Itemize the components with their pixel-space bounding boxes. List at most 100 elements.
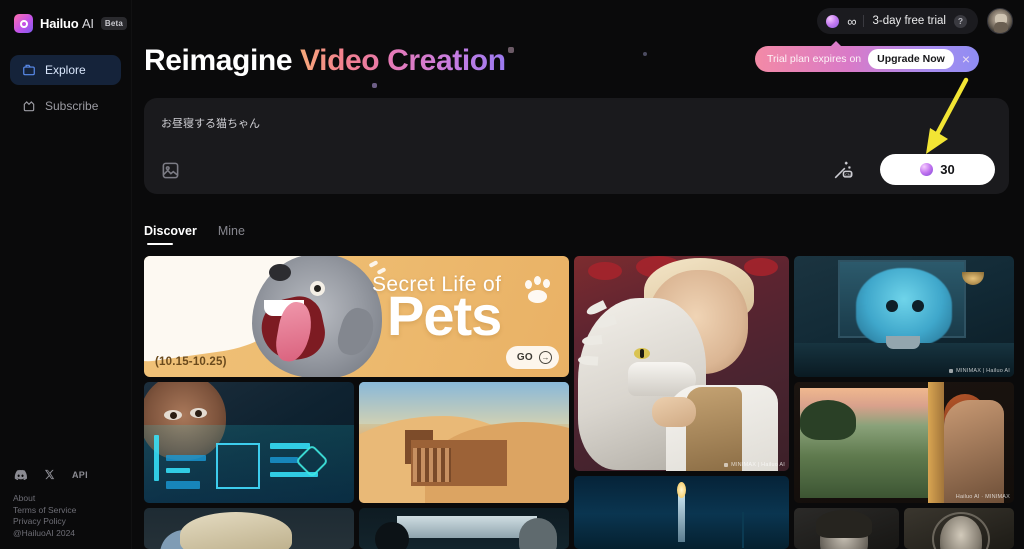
cooking-pot	[886, 336, 920, 349]
prompt-input-box[interactable]: お昼寝する猫ちゃん CN 30	[144, 98, 1009, 194]
promo-banner-secret-life-of-pets[interactable]: Secret Life of Pets (10.15-10.25) GO →	[144, 256, 569, 377]
watermark: Hailuo AI · MINIMAX	[955, 494, 1010, 500]
title-word-1: Reimagine	[144, 44, 293, 77]
eye	[164, 410, 182, 420]
card-desert-temple[interactable]	[359, 382, 569, 503]
boy-vest	[686, 387, 742, 471]
main-content: ∞ 3-day free trial ? Trial plan expires …	[132, 0, 1024, 549]
upgrade-now-button[interactable]: Upgrade Now	[868, 49, 954, 69]
credit-count: 30	[940, 162, 955, 177]
audience-head	[375, 522, 409, 549]
dog-eye	[310, 281, 325, 296]
trial-expiry-message: Trial plan expires on	[766, 53, 862, 65]
card-holographic-interface[interactable]	[144, 382, 354, 503]
help-icon[interactable]: ?	[954, 14, 967, 28]
person-silhouette	[944, 400, 1004, 503]
card-bw-portrait-2[interactable]	[904, 508, 1014, 549]
tab-mine[interactable]: Mine	[218, 224, 245, 245]
gallery-tabs: Discover Mine	[144, 224, 245, 245]
image-upload-icon[interactable]	[161, 161, 180, 180]
sidebar: Hailuo AI Beta Explore Subscribe API Abo…	[0, 0, 132, 549]
title-word-3: Creation	[387, 44, 506, 77]
svg-text:CN: CN	[845, 173, 851, 177]
card-bw-portrait-1[interactable]	[794, 508, 899, 549]
credit-orb-icon	[826, 14, 840, 28]
hailuo-logo-icon	[14, 14, 33, 33]
banner-date-range: (10.15-10.25)	[155, 356, 227, 368]
social-links: API	[13, 469, 88, 480]
gallery-grid: Secret Life of Pets (10.15-10.25) GO → M…	[144, 256, 1014, 549]
card-screen-audience[interactable]	[359, 508, 569, 549]
plan-label: 3-day free trial	[872, 15, 946, 27]
infinity-icon: ∞	[847, 13, 856, 29]
blue-creature	[856, 268, 952, 346]
dragon-eye	[634, 348, 650, 359]
holo-bar	[166, 455, 206, 461]
temple-columns	[413, 448, 451, 482]
sidebar-footer: API About Terms of Service Privacy Polic…	[13, 469, 88, 539]
sidebar-nav: Explore Subscribe	[0, 55, 131, 121]
explore-icon	[22, 63, 36, 77]
sidebar-item-subscribe[interactable]: Subscribe	[10, 91, 121, 121]
go-label: GO	[516, 352, 533, 363]
generate-button[interactable]: 30	[880, 154, 995, 185]
footer-link-privacy[interactable]: Privacy Policy	[13, 516, 88, 528]
magic-wand-icon[interactable]: CN	[832, 159, 854, 181]
holo-bar	[154, 435, 159, 481]
red-leaf	[744, 258, 778, 276]
sidebar-item-label: Subscribe	[45, 99, 99, 113]
creature-eye	[886, 300, 898, 312]
card-blue-creature-kitchen[interactable]: MINIMAX | Hailuo AI	[794, 256, 1014, 377]
holo-bar	[166, 468, 190, 473]
title-word-2: Video	[300, 44, 380, 77]
watermark: MINIMAX | Hailuo AI	[949, 368, 1010, 374]
beta-badge: Beta	[100, 17, 127, 30]
card-rocket-launch[interactable]	[574, 476, 789, 549]
prompt-input[interactable]: お昼寝する猫ちゃん	[161, 115, 260, 131]
holo-bar	[270, 457, 298, 463]
api-link[interactable]: API	[72, 470, 88, 480]
card-window-sunset-field[interactable]: Hailuo AI · MINIMAX	[794, 382, 1014, 503]
account-topbar: ∞ 3-day free trial ?	[817, 8, 1013, 34]
head	[180, 512, 292, 549]
portrait-hair	[816, 510, 872, 538]
brand-name: Hailuo AI	[40, 16, 94, 31]
audience-head	[519, 518, 557, 549]
banner-go-button[interactable]: GO →	[505, 346, 559, 369]
watermark: MINIMAX | Hailuo AI	[724, 462, 785, 468]
divider	[863, 15, 865, 27]
sidebar-item-label: Explore	[45, 63, 86, 77]
close-icon[interactable]: ×	[961, 52, 971, 66]
trial-expiry-banner: Trial plan expires on Upgrade Now ×	[754, 41, 979, 72]
sparkle-decoration	[372, 83, 377, 88]
tree-line	[800, 400, 856, 440]
holo-bar	[270, 443, 310, 449]
sidebar-item-explore[interactable]: Explore	[10, 55, 121, 85]
sparkle-decoration	[508, 47, 514, 53]
holo-grid	[216, 443, 260, 489]
creature-eye	[912, 300, 924, 312]
crown-icon	[22, 99, 36, 113]
eye	[190, 408, 207, 418]
discord-icon[interactable]	[13, 469, 27, 480]
projection-screen	[397, 516, 537, 538]
footer-link-about[interactable]: About	[13, 493, 88, 505]
credit-orb-icon	[920, 163, 934, 176]
x-icon[interactable]	[44, 469, 55, 480]
banner-dash-decoration	[368, 260, 379, 268]
dog-nose	[269, 264, 291, 281]
paw-icon	[523, 276, 555, 304]
brand-logo-group[interactable]: Hailuo AI Beta	[0, 0, 131, 33]
rocket-flame	[677, 482, 686, 498]
avatar[interactable]	[987, 8, 1013, 34]
tab-discover[interactable]: Discover	[144, 224, 197, 245]
launch-tower	[742, 512, 744, 548]
plan-status-pill[interactable]: ∞ 3-day free trial ?	[817, 8, 978, 34]
card-blond-person[interactable]	[144, 508, 354, 549]
app-root: Hailuo AI Beta Explore Subscribe API Abo…	[0, 0, 1024, 549]
footer-link-terms[interactable]: Terms of Service	[13, 505, 88, 517]
arrow-right-icon: →	[539, 351, 552, 364]
card-boy-white-dragon[interactable]: MINIMAX | Hailuo AI	[574, 256, 789, 471]
sparkle-decoration	[643, 52, 647, 56]
red-leaf	[588, 262, 622, 280]
